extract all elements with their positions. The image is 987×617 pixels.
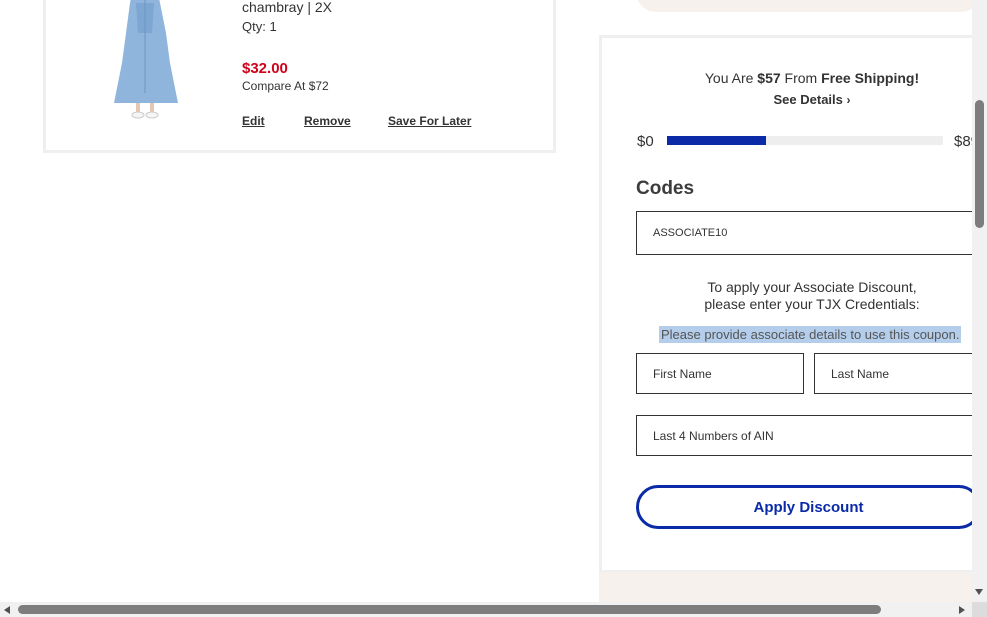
- horizontal-scroll-thumb[interactable]: [18, 605, 881, 614]
- summary-bottom-panel: [599, 572, 979, 604]
- product-quantity: Qty: 1: [242, 19, 277, 34]
- codes-heading: Codes: [636, 178, 695, 199]
- shipping-mid: From: [780, 70, 822, 86]
- vertical-scroll-thumb[interactable]: [975, 100, 984, 228]
- save-for-later-link[interactable]: Save For Later: [388, 114, 471, 128]
- see-details-link[interactable]: See Details ›: [602, 92, 979, 107]
- free-shipping-label: Free Shipping!: [821, 70, 920, 86]
- remove-link[interactable]: Remove: [304, 114, 351, 128]
- shipping-progress-bar: [667, 136, 943, 145]
- promo-code-input[interactable]: [636, 211, 979, 255]
- see-details-label: See Details: [773, 92, 843, 107]
- associate-message-line-1: To apply your Associate Discount,: [707, 279, 917, 295]
- shipping-prefix: You Are: [704, 70, 758, 86]
- associate-message-line-2: please enter your TJX Credentials:: [704, 296, 920, 312]
- edit-link[interactable]: Edit: [242, 114, 265, 128]
- vertical-scrollbar[interactable]: [972, 0, 987, 602]
- scroll-right-arrow-icon[interactable]: [959, 606, 965, 614]
- cart-item-card: chambray | 2X Qty: 1 $32.00 Compare At $…: [43, 0, 556, 153]
- product-variant: chambray | 2X: [242, 0, 333, 15]
- dress-product-image[interactable]: [106, 0, 184, 119]
- summary-top-panel: [636, 0, 981, 12]
- associate-warning: Please provide associate details to use …: [659, 326, 962, 343]
- apply-discount-button[interactable]: Apply Discount: [636, 485, 979, 529]
- order-summary-panel: You Are $57 From Free Shipping! See Deta…: [599, 35, 979, 573]
- progress-start-label: $0: [637, 133, 654, 150]
- ain-field[interactable]: [636, 415, 979, 456]
- scrollbar-corner: [972, 602, 987, 617]
- scroll-down-arrow-icon[interactable]: [975, 589, 983, 595]
- scroll-left-arrow-icon[interactable]: [4, 606, 10, 614]
- shipping-progress-fill: [667, 136, 767, 145]
- shipping-amount: $57: [757, 70, 781, 86]
- compare-price: Compare At $72: [242, 79, 329, 93]
- associate-discount-message: To apply your Associate Discount, please…: [602, 279, 979, 313]
- chevron-right-icon: ›: [846, 93, 851, 107]
- last-name-field[interactable]: [814, 353, 979, 394]
- free-shipping-message: You Are $57 From Free Shipping!: [602, 70, 979, 86]
- product-price: $32.00: [242, 60, 288, 77]
- first-name-field[interactable]: [636, 353, 804, 394]
